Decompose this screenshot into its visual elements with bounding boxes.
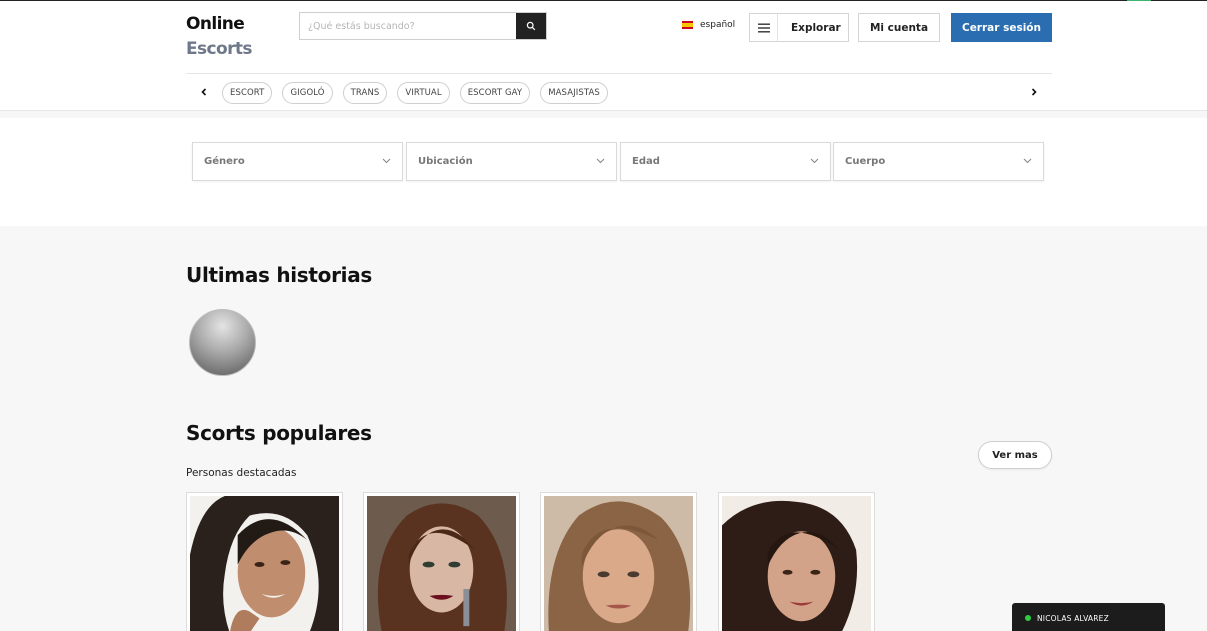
filter-dropdown[interactable]: Género [192, 142, 403, 181]
hamburger-menu-icon [750, 14, 778, 41]
profile-card-3[interactable] [540, 492, 697, 631]
language-label: español [700, 20, 736, 30]
chevron-down-icon [1023, 158, 1032, 164]
category-chips: ESCORT GIGOLÓ TRANS VIRTUAL ESCORT GAY MASAJI… [222, 82, 618, 104]
chevron-down-icon [596, 158, 605, 164]
see-more-button[interactable]: Ver mas [978, 441, 1052, 469]
logo-text-online[interactable]: Online [186, 14, 245, 34]
filter-label: Ubicación [418, 156, 473, 167]
category-chip[interactable]: TRANS [342, 82, 388, 104]
popular-subtitle: Personas destacadas [186, 467, 297, 479]
spain-flag-icon [682, 21, 693, 29]
chevron-right-icon [1031, 88, 1037, 96]
category-chip[interactable]: ESCORT GAY [459, 82, 531, 104]
search-input[interactable] [300, 13, 517, 39]
chat-user-name: NICOLAS ALVAREZ [1037, 613, 1109, 623]
search-bar [299, 12, 547, 40]
category-chip[interactable]: VIRTUAL [397, 82, 450, 104]
search-icon [526, 21, 536, 31]
stories-title: Ultimas historias [186, 263, 373, 287]
profile-photo [544, 496, 693, 631]
category-prev-button[interactable] [197, 85, 211, 99]
my-account-button[interactable]: Mi cuenta [858, 13, 940, 42]
filter-section: Género Ubicación Edad Cuerpo [0, 118, 1207, 226]
profile-photo [722, 496, 871, 631]
chat-widget[interactable]: NICOLAS ALVAREZ [1012, 603, 1165, 631]
site-header: Online Escorts español Explorar Mi cue [0, 1, 1207, 111]
filter-dropdown[interactable]: Cuerpo [833, 142, 1044, 181]
filter-label: Género [204, 156, 245, 167]
chevron-down-icon [382, 158, 391, 164]
category-chip[interactable]: MASAJISTAS [540, 82, 608, 104]
category-chip[interactable]: GIGOLÓ [282, 82, 333, 104]
category-chip[interactable]: ESCORT [222, 82, 273, 104]
popular-title: Scorts populares [186, 421, 372, 445]
filter-dropdown[interactable]: Edad [620, 142, 831, 181]
filter-dropdown[interactable]: Ubicación [406, 142, 617, 181]
explore-button[interactable]: Explorar [749, 13, 849, 42]
filter-label: Edad [632, 156, 660, 167]
explore-label: Explorar [791, 21, 841, 34]
logo-text-escorts[interactable]: Escorts [186, 39, 253, 59]
language-selector[interactable]: español [682, 20, 735, 30]
online-status-dot [1025, 615, 1031, 621]
filter-label: Cuerpo [845, 156, 886, 167]
search-button[interactable] [516, 13, 546, 39]
category-next-button[interactable] [1027, 85, 1041, 99]
chevron-left-icon [201, 88, 207, 96]
profile-card-2[interactable] [363, 492, 520, 631]
logout-button[interactable]: Cerrar sesión [951, 13, 1052, 42]
story-avatar[interactable] [189, 309, 256, 376]
profile-photo [367, 496, 516, 631]
category-divider [186, 73, 1052, 74]
profile-card-4[interactable] [718, 492, 875, 631]
profile-photo [190, 496, 339, 631]
chevron-down-icon [810, 158, 819, 164]
profile-card-1[interactable] [186, 492, 343, 631]
